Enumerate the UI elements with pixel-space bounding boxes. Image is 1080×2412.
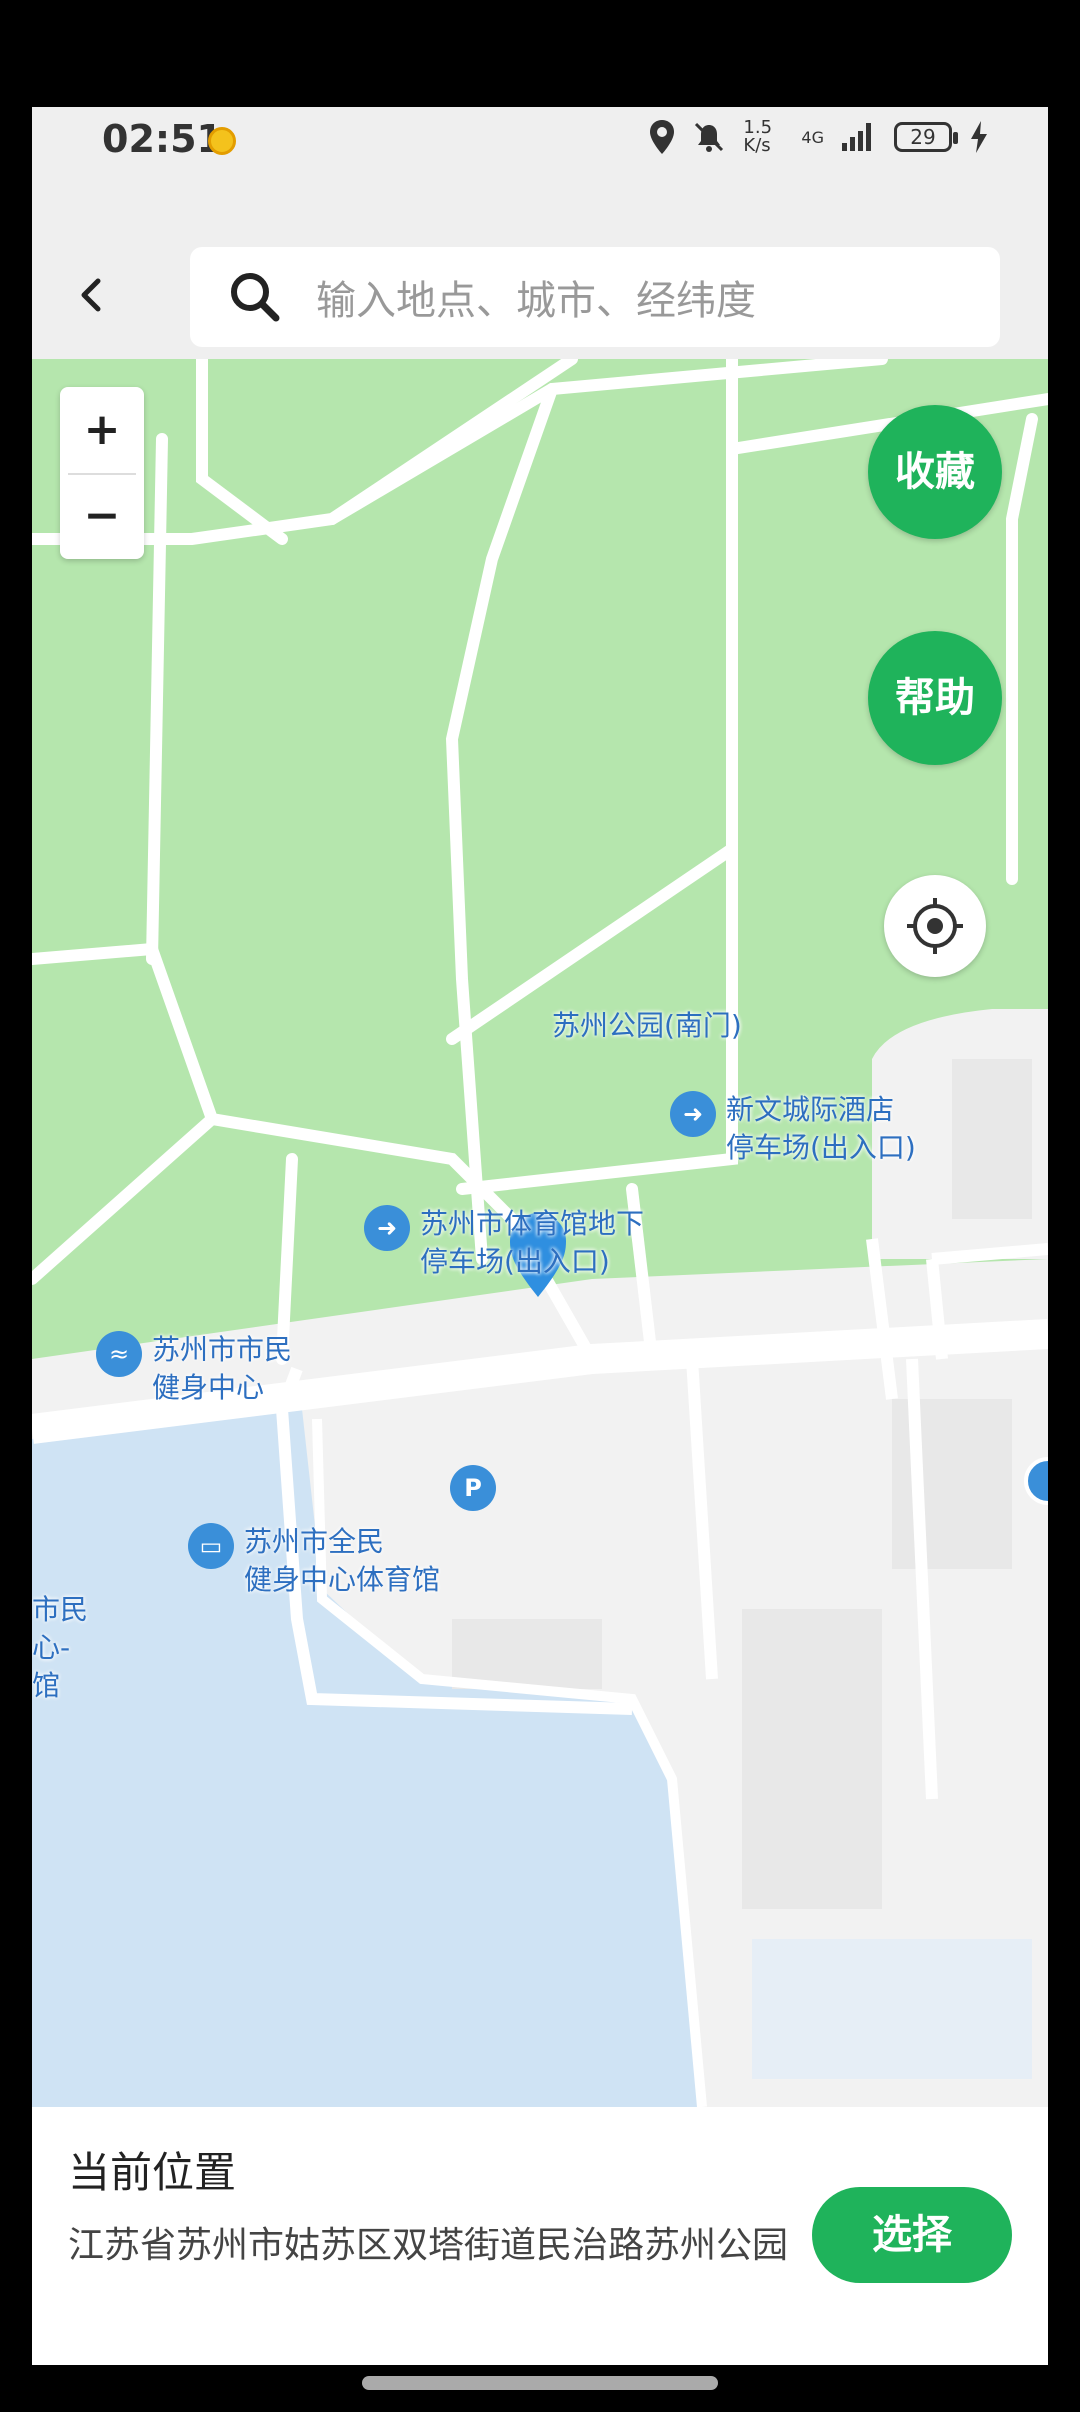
- poi-suzhou-park-south-gate[interactable]: 苏州公园(南门): [552, 1007, 742, 1045]
- help-button[interactable]: 帮助: [868, 631, 1002, 765]
- status-time: 02:51: [102, 117, 223, 161]
- search-icon: [231, 273, 280, 322]
- battery-icon: 29: [894, 122, 958, 152]
- poi-label: 市民 心- 馆: [32, 1593, 89, 1702]
- search-input[interactable]: 输入地点、城市、经纬度: [316, 268, 756, 326]
- fitness-icon: ≈: [96, 1331, 142, 1377]
- location-icon: [650, 120, 675, 154]
- status-icons: 1.5 K/s 4G 29: [649, 119, 988, 155]
- building: [952, 1059, 1032, 1219]
- stadium-icon: ▭: [188, 1523, 234, 1569]
- app-notification-icon: [208, 127, 236, 155]
- screen: 02:51 1.5 K/s 4G 29 输入地点、城市、经纬度 + − 收藏 帮…: [32, 107, 1048, 2365]
- charging-icon: [971, 121, 987, 153]
- location-panel: 当前位置 江苏省苏州市姑苏区双塔街道民治路苏州公园 选择: [32, 2107, 1048, 2365]
- parking-entrance-icon: ➜: [670, 1091, 716, 1137]
- zoom-in-button[interactable]: +: [60, 387, 144, 473]
- zoom-divider: [68, 473, 136, 475]
- favorite-button[interactable]: 收藏: [868, 405, 1002, 539]
- back-button[interactable]: [62, 265, 122, 325]
- back-arrow-icon: [81, 278, 101, 312]
- building: [752, 1939, 1032, 2079]
- poi-partial-left[interactable]: 市民 心- 馆: [32, 1591, 88, 1705]
- poi-parking[interactable]: P: [450, 1465, 496, 1511]
- search-header: 输入地点、城市、经纬度: [32, 227, 1048, 359]
- current-address: 江苏省苏州市姑苏区双塔街道民治路苏州公园: [68, 2225, 789, 2266]
- map-view[interactable]: + − 收藏 帮助 苏州公园(南门) ➜ 新文城际酒店 停车场(出入口) ➜ 苏…: [32, 359, 1048, 2107]
- mute-icon: [695, 122, 724, 152]
- battery-level: 29: [910, 125, 936, 149]
- search-bar[interactable]: 输入地点、城市、经纬度: [190, 247, 1000, 347]
- locate-button[interactable]: [884, 875, 986, 977]
- status-bar: 02:51 1.5 K/s 4G 29: [32, 107, 1048, 227]
- poi-xinwen-hotel-parking[interactable]: ➜ 新文城际酒店 停车场(出入口): [670, 1091, 916, 1167]
- poi-label: 苏州公园(南门): [552, 1009, 742, 1042]
- network-type: 4G: [801, 127, 824, 147]
- select-button[interactable]: 选择: [812, 2187, 1012, 2283]
- poi-national-fitness-stadium[interactable]: ▭ 苏州市全民 健身中心体育馆: [188, 1523, 440, 1599]
- parking-icon: P: [450, 1465, 496, 1511]
- net-speed: 1.5 K/s: [743, 117, 773, 156]
- building: [742, 1609, 882, 1909]
- zoom-out-button[interactable]: −: [60, 473, 144, 559]
- zoom-control: + −: [60, 387, 144, 559]
- poi-label: 苏州市体育馆地下 停车场(出入口): [420, 1207, 645, 1278]
- poi-label: 苏州市市民 健身中心: [152, 1333, 293, 1404]
- building: [452, 1619, 602, 1689]
- crosshair-icon: [907, 898, 963, 954]
- signal-icon: [842, 123, 871, 151]
- poi-stadium-underground-parking[interactable]: ➜ 苏州市体育馆地下 停车场(出入口): [364, 1205, 644, 1281]
- poi-label: 苏州市全民 健身中心体育馆: [244, 1525, 441, 1596]
- poi-citizen-fitness-center[interactable]: ≈ 苏州市市民 健身中心: [96, 1331, 292, 1407]
- poi-label: 新文城际酒店 停车场(出入口): [726, 1093, 916, 1164]
- current-location-title: 当前位置: [68, 2148, 237, 2197]
- parking-entrance-icon: ➜: [364, 1205, 410, 1251]
- home-indicator[interactable]: [362, 2376, 718, 2390]
